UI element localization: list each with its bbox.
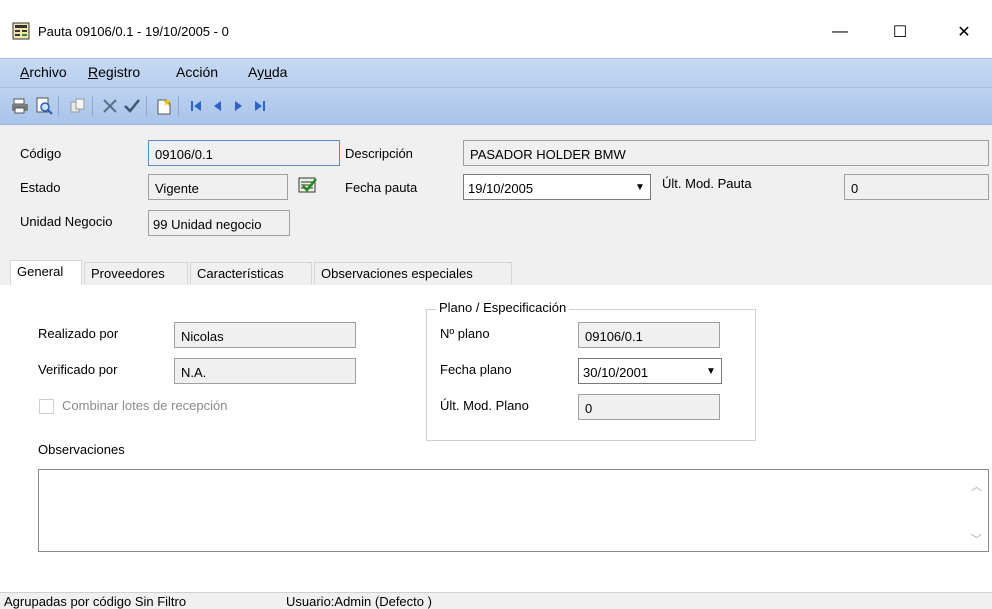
fecha-plano-combo[interactable]: 30/10/2001 ▼ (578, 358, 722, 384)
menu-accion[interactable]: Acción (176, 64, 218, 80)
toolbar-separator (92, 96, 93, 116)
codigo-label: Código (20, 146, 62, 161)
confirm-icon[interactable] (122, 96, 142, 116)
fecha-plano-label: Fecha plano (440, 362, 512, 377)
toolbar-separator (178, 96, 179, 116)
ult-mod-plano-field[interactable]: 0 (578, 394, 720, 420)
unidad-negocio-field[interactable]: 99 Unidad negocio (148, 210, 290, 236)
fecha-pauta-value: 19/10/2005 (468, 181, 534, 196)
descripcion-label: Descripción (345, 146, 413, 161)
combinar-checkbox[interactable] (39, 399, 54, 414)
status-user: Usuario:Admin (Defecto ) (286, 594, 432, 609)
estado-edit-icon[interactable] (298, 176, 318, 196)
previous-record-icon[interactable] (208, 96, 228, 116)
app-icon (12, 22, 30, 40)
print-preview-icon[interactable] (34, 96, 54, 116)
status-bar: Agrupadas por código Sin Filtro Usuario:… (0, 592, 992, 609)
delete-icon[interactable] (100, 96, 120, 116)
copy-icon[interactable] (68, 96, 88, 116)
tab-proveedores[interactable]: Proveedores (84, 262, 188, 284)
numero-plano-field[interactable]: 09106/0.1 (578, 322, 720, 348)
tab-caracteristicas[interactable]: Características (190, 262, 312, 284)
realizado-label: Realizado por (38, 326, 119, 341)
fecha-pauta-label: Fecha pauta (345, 180, 418, 195)
estado-field[interactable]: Vigente (148, 174, 288, 200)
status-filter: Agrupadas por código Sin Filtro (4, 594, 187, 609)
verificado-field[interactable]: N.A. (174, 358, 356, 384)
scroll-up-icon[interactable]: ︿ (971, 478, 982, 494)
ult-mod-plano-label: Últ. Mod. Plano (440, 398, 529, 413)
toolbar-separator (146, 96, 147, 116)
fecha-plano-value: 30/10/2001 (583, 365, 649, 380)
close-button[interactable]: ✕ (942, 14, 986, 50)
scroll-down-icon[interactable]: ﹀ (971, 531, 982, 547)
ult-mod-pauta-field[interactable]: 0 (844, 174, 989, 200)
tab-general[interactable]: General (10, 260, 82, 286)
toolbar-separator (58, 96, 59, 116)
chevron-down-icon[interactable]: ▼ (703, 362, 719, 380)
unidad-negocio-label: Unidad Negocio (20, 214, 113, 229)
codigo-field[interactable]: 09106/0.1 (148, 140, 340, 166)
menu-ayuda[interactable]: Ayuda (248, 64, 287, 80)
maximize-button[interactable]: ☐ (878, 14, 922, 50)
toolbar (0, 88, 992, 125)
fecha-pauta-combo[interactable]: 19/10/2005 ▼ (463, 174, 651, 200)
tab-strip: General Proveedores Características Obse… (0, 258, 992, 286)
estado-label: Estado (20, 180, 61, 195)
minimize-button[interactable]: — (818, 14, 862, 50)
title-bar: Pauta 09106/0.1 - 19/10/2005 - 0 — ☐ ✕ (0, 0, 992, 60)
realizado-field[interactable]: Nicolas (174, 322, 356, 348)
new-record-icon[interactable] (154, 96, 174, 116)
verificado-label: Verificado por (38, 362, 118, 377)
ult-mod-pauta-label: Últ. Mod. Pauta (662, 176, 752, 191)
next-record-icon[interactable] (228, 96, 248, 116)
first-record-icon[interactable] (186, 96, 206, 116)
menu-archivo[interactable]: Archivo (20, 64, 67, 80)
combinar-label: Combinar lotes de recepción (62, 398, 228, 413)
observaciones-label: Observaciones (38, 442, 125, 457)
descripcion-field[interactable]: PASADOR HOLDER BMW (463, 140, 989, 166)
observaciones-textarea[interactable]: ︿ ﹀ (38, 469, 989, 552)
menu-registro[interactable]: Registro (88, 64, 140, 80)
numero-plano-label: Nº plano (440, 326, 490, 341)
window-title: Pauta 09106/0.1 - 19/10/2005 - 0 (38, 24, 229, 39)
print-icon[interactable] (10, 96, 30, 116)
chevron-down-icon[interactable]: ▼ (632, 178, 648, 196)
plano-group-title: Plano / Especificación (436, 300, 570, 315)
menu-bar: Archivo Registro Acción Ayuda (0, 58, 992, 88)
last-record-icon[interactable] (250, 96, 270, 116)
tab-observaciones-especiales[interactable]: Observaciones especiales (314, 262, 512, 284)
